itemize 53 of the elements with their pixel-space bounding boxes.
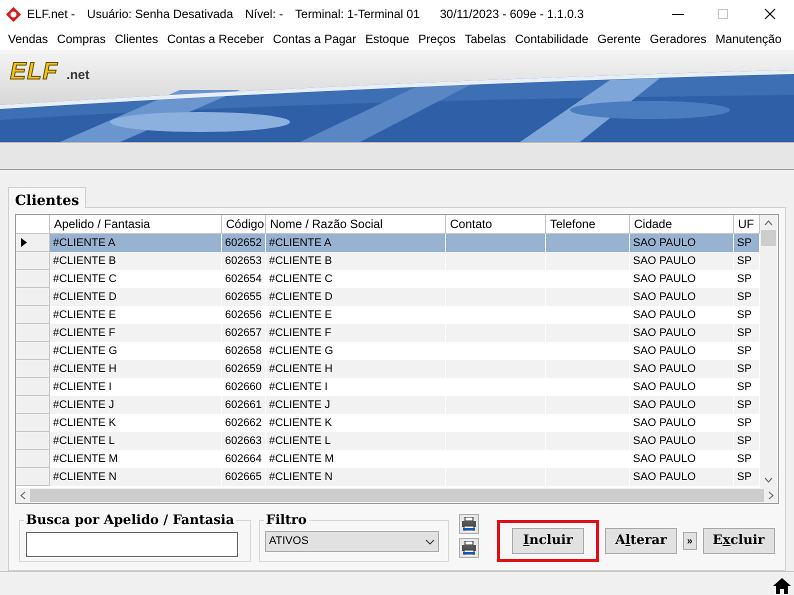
more-button[interactable]: »: [683, 532, 697, 550]
logo-text: ELF: [10, 57, 58, 87]
menu-item[interactable]: Estoque: [365, 30, 410, 48]
menu-item[interactable]: Clientes: [114, 30, 158, 48]
scroll-left-icon[interactable]: [20, 491, 26, 500]
printer-icon[interactable]: [459, 538, 479, 558]
menu-item[interactable]: Tabelas: [464, 30, 506, 48]
window-title: Terminal: 1-Terminal 01: [295, 6, 420, 23]
column-header[interactable]: Código: [222, 215, 266, 233]
row-pointer-icon: [21, 238, 27, 247]
window-title: 30/11/2023 - 609e - 1.1.0.3: [440, 6, 584, 23]
window-title: ELF.net -: [27, 6, 76, 23]
column-header[interactable]: Cidade: [630, 215, 734, 233]
row-header[interactable]: [16, 234, 50, 252]
tab[interactable]: Clientes: [8, 187, 86, 208]
table-cell: SAO PAULO: [630, 468, 734, 486]
search-field[interactable]: [26, 532, 238, 557]
action-button[interactable]: Incluir: [512, 528, 584, 554]
filter-dropdown[interactable]: ATIVOS: [265, 531, 439, 552]
column-header[interactable]: Nome / Razão Social: [266, 215, 446, 233]
menu-item[interactable]: Gerente: [597, 30, 641, 48]
menu-item[interactable]: Contas a Receber: [167, 30, 264, 48]
vertical-scrollbar[interactable]: [760, 215, 777, 488]
menu-item[interactable]: Contabilidade: [515, 30, 588, 48]
scroll-up-icon[interactable]: [764, 220, 773, 226]
scroll-right-icon[interactable]: [768, 491, 774, 500]
close-icon[interactable]: [764, 8, 776, 20]
scroll-down-icon[interactable]: [764, 477, 773, 483]
action-button[interactable]: Excluir: [702, 528, 775, 554]
column-header[interactable]: Contato: [446, 215, 546, 233]
menu-item[interactable]: Vendas: [8, 30, 48, 48]
column-header[interactable]: Apelido / Fantasia: [50, 215, 222, 233]
app-icon: [6, 6, 21, 22]
scroll-thumb[interactable]: [30, 489, 764, 502]
menu-item[interactable]: Geradores: [650, 30, 706, 48]
home-icon[interactable]: [772, 577, 792, 595]
window-title: Usuário: Senha Desativada: [87, 6, 234, 23]
table-cell: 602665: [222, 468, 266, 486]
table-cell: #CLIENTE N: [50, 468, 222, 486]
horizontal-scrollbar[interactable]: [16, 488, 778, 503]
column-header[interactable]: Telefone: [546, 215, 630, 233]
window-title: Nível: -: [245, 6, 284, 23]
action-button[interactable]: Alterar: [605, 528, 677, 554]
menu-item[interactable]: Manutenção: [715, 30, 782, 48]
logo-text: .net: [66, 66, 90, 84]
menu-item[interactable]: Preços: [418, 30, 456, 48]
printer-icon[interactable]: [459, 514, 479, 534]
table-cell: #CLIENTE N: [266, 468, 446, 486]
menu-item[interactable]: Contas a Pagar: [272, 30, 356, 48]
menu-item[interactable]: Compras: [57, 30, 106, 48]
maximize-button[interactable]: [718, 9, 728, 19]
chevron-down-icon: [425, 538, 435, 544]
scroll-thumb[interactable]: [761, 230, 776, 246]
